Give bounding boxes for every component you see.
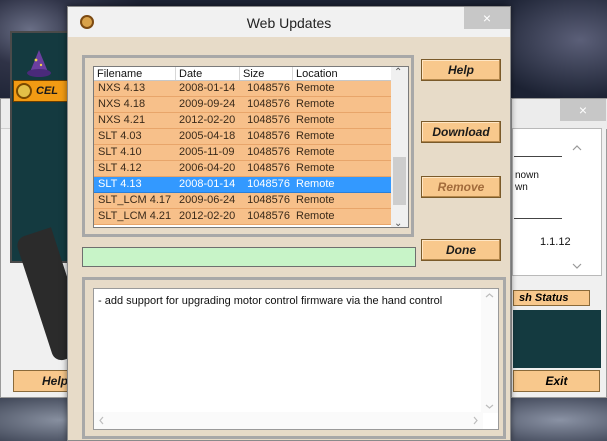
cell-size: 1048576 bbox=[247, 130, 290, 142]
cell-size: 1048576 bbox=[247, 98, 290, 110]
cell-location: Remote bbox=[296, 162, 335, 174]
cell-date: 2008-01-14 bbox=[179, 178, 236, 190]
list-header: Filename Date Size Location bbox=[94, 67, 408, 81]
cell-size: 1048576 bbox=[247, 210, 290, 222]
background-text: wn bbox=[515, 182, 528, 193]
cell-location: Remote bbox=[296, 82, 335, 94]
cell-filename: SLT 4.13 bbox=[98, 178, 142, 190]
cell-filename: SLT 4.03 bbox=[98, 130, 142, 142]
description-group: - add support for upgrading motor contro… bbox=[82, 277, 506, 439]
table-row[interactable]: SLT 4.10 2005-11-09 1048576 Remote bbox=[94, 145, 408, 161]
list-scrollbar[interactable]: ⌃ ⌄ bbox=[391, 67, 408, 227]
cell-filename: NXS 4.18 bbox=[98, 98, 146, 110]
background-text: nown bbox=[515, 170, 539, 181]
cell-location: Remote bbox=[296, 194, 335, 206]
cell-location: Remote bbox=[296, 146, 335, 158]
cell-location: Remote bbox=[296, 178, 335, 190]
cell-size: 1048576 bbox=[247, 162, 290, 174]
cell-date: 2005-04-18 bbox=[179, 130, 236, 142]
window-body: Filename Date Size Location NXS 4.13 2008… bbox=[68, 37, 510, 440]
file-list-group: Filename Date Size Location NXS 4.13 2008… bbox=[82, 55, 414, 237]
description-box[interactable]: - add support for upgrading motor contro… bbox=[93, 288, 499, 430]
description-horizontal-scrollbar[interactable] bbox=[94, 412, 483, 429]
cell-size: 1048576 bbox=[247, 82, 290, 94]
list-rows: NXS 4.13 2008-01-14 1048576 Remote NXS 4.18 2… bbox=[94, 81, 408, 225]
divider bbox=[514, 218, 562, 219]
web-updates-window: Web Updates × Filename Date Size Locatio… bbox=[67, 6, 511, 441]
table-row[interactable]: SLT_LCM 4.21 2012-02-20 1048576 Remote bbox=[94, 209, 408, 225]
cell-size: 1048576 bbox=[247, 146, 290, 158]
column-header-size[interactable]: Size bbox=[240, 67, 293, 80]
cell-date: 2012-02-20 bbox=[179, 210, 236, 222]
column-header-filename[interactable]: Filename bbox=[94, 67, 176, 80]
table-row[interactable]: SLT 4.03 2005-04-18 1048576 Remote bbox=[94, 129, 408, 145]
background-version-text: 1.1.12 bbox=[540, 236, 571, 248]
cell-filename: SLT 4.10 bbox=[98, 146, 142, 158]
help-button[interactable]: Help bbox=[421, 59, 501, 81]
cell-date: 2009-09-24 bbox=[179, 98, 236, 110]
table-row[interactable]: SLT_LCM 4.17 2009-06-24 1048576 Remote bbox=[94, 193, 408, 209]
done-button[interactable]: Done bbox=[421, 239, 501, 261]
column-header-location[interactable]: Location bbox=[293, 67, 393, 80]
cell-date: 2006-04-20 bbox=[179, 162, 236, 174]
cell-filename: NXS 4.21 bbox=[98, 114, 146, 126]
cell-date: 2008-01-14 bbox=[179, 82, 236, 94]
cell-filename: SLT 4.12 bbox=[98, 162, 142, 174]
title-bar: Web Updates × bbox=[68, 7, 510, 37]
download-progress-bar bbox=[82, 247, 416, 267]
file-list[interactable]: Filename Date Size Location NXS 4.13 2008… bbox=[93, 66, 409, 228]
table-row[interactable]: NXS 4.13 2008-01-14 1048576 Remote bbox=[94, 81, 408, 97]
cell-date: 2005-11-09 bbox=[179, 146, 235, 158]
cell-location: Remote bbox=[296, 98, 335, 110]
cell-date: 2009-06-24 bbox=[179, 194, 236, 206]
remove-button[interactable]: Remove bbox=[421, 176, 501, 198]
scroll-thumb[interactable] bbox=[393, 157, 406, 205]
background-graphic-panel-right bbox=[513, 310, 601, 368]
wizard-icon bbox=[27, 50, 51, 77]
divider bbox=[514, 156, 562, 157]
table-row[interactable]: SLT 4.13 2008-01-14 1048576 Remote bbox=[94, 177, 408, 193]
description-text: - add support for upgrading motor contro… bbox=[98, 295, 443, 307]
table-row[interactable]: SLT 4.12 2006-04-20 1048576 Remote bbox=[94, 161, 408, 177]
scroll-up-icon[interactable]: ⌃ bbox=[394, 67, 402, 78]
column-header-date[interactable]: Date bbox=[176, 67, 240, 80]
window-title: Web Updates bbox=[246, 15, 332, 31]
description-vertical-scrollbar[interactable] bbox=[481, 289, 498, 413]
cell-size: 1048576 bbox=[247, 178, 290, 190]
cell-location: Remote bbox=[296, 130, 335, 142]
download-button[interactable]: Download bbox=[421, 121, 501, 143]
scroll-down-icon[interactable]: ⌄ bbox=[394, 218, 402, 227]
table-row[interactable]: NXS 4.18 2009-09-24 1048576 Remote bbox=[94, 97, 408, 113]
cell-filename: SLT_LCM 4.21 bbox=[98, 210, 172, 222]
cell-filename: SLT_LCM 4.17 bbox=[98, 194, 172, 206]
background-exit-button[interactable]: Exit bbox=[513, 370, 600, 392]
cell-location: Remote bbox=[296, 210, 335, 222]
cell-size: 1048576 bbox=[247, 194, 290, 206]
table-row[interactable]: NXS 4.21 2012-02-20 1048576 Remote bbox=[94, 113, 408, 129]
background-close-button[interactable]: × bbox=[560, 99, 606, 121]
background-info-box bbox=[512, 128, 602, 276]
brand-logo-icon bbox=[16, 83, 32, 99]
background-status-button[interactable]: sh Status bbox=[513, 290, 590, 306]
cell-size: 1048576 bbox=[247, 114, 290, 126]
cell-filename: NXS 4.13 bbox=[98, 82, 146, 94]
cell-date: 2012-02-20 bbox=[179, 114, 236, 126]
background-scrollbar[interactable] bbox=[568, 140, 586, 274]
close-button[interactable]: × bbox=[464, 7, 510, 29]
cell-location: Remote bbox=[296, 114, 335, 126]
background-help-button[interactable]: Help bbox=[13, 370, 72, 392]
